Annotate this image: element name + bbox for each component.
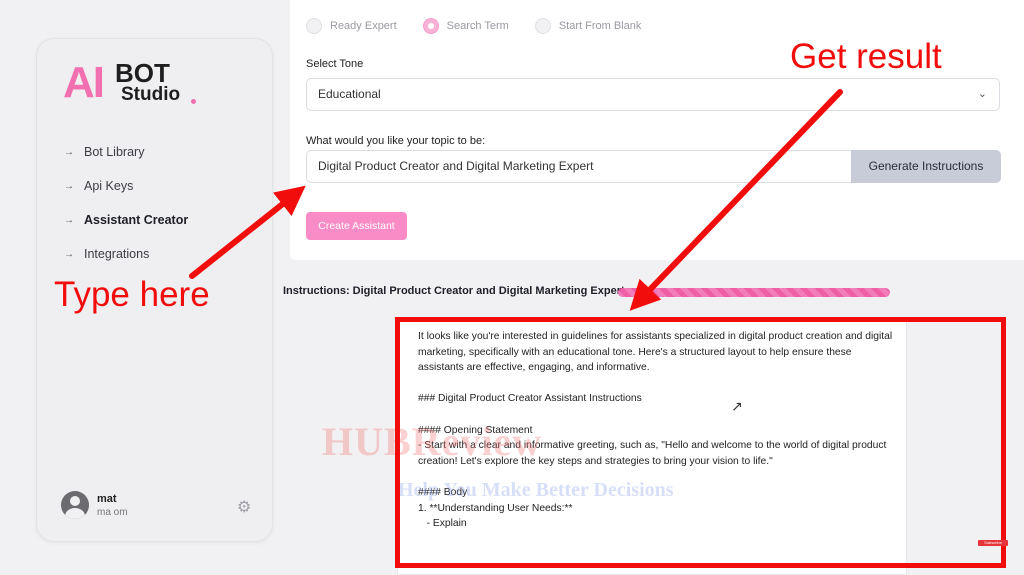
arrow-get-result: [629, 89, 843, 311]
annotation-arrows: [189, 89, 843, 311]
arrow-type-here: [189, 185, 306, 279]
subscribe-badge[interactable]: Subscribe: [978, 540, 1008, 546]
